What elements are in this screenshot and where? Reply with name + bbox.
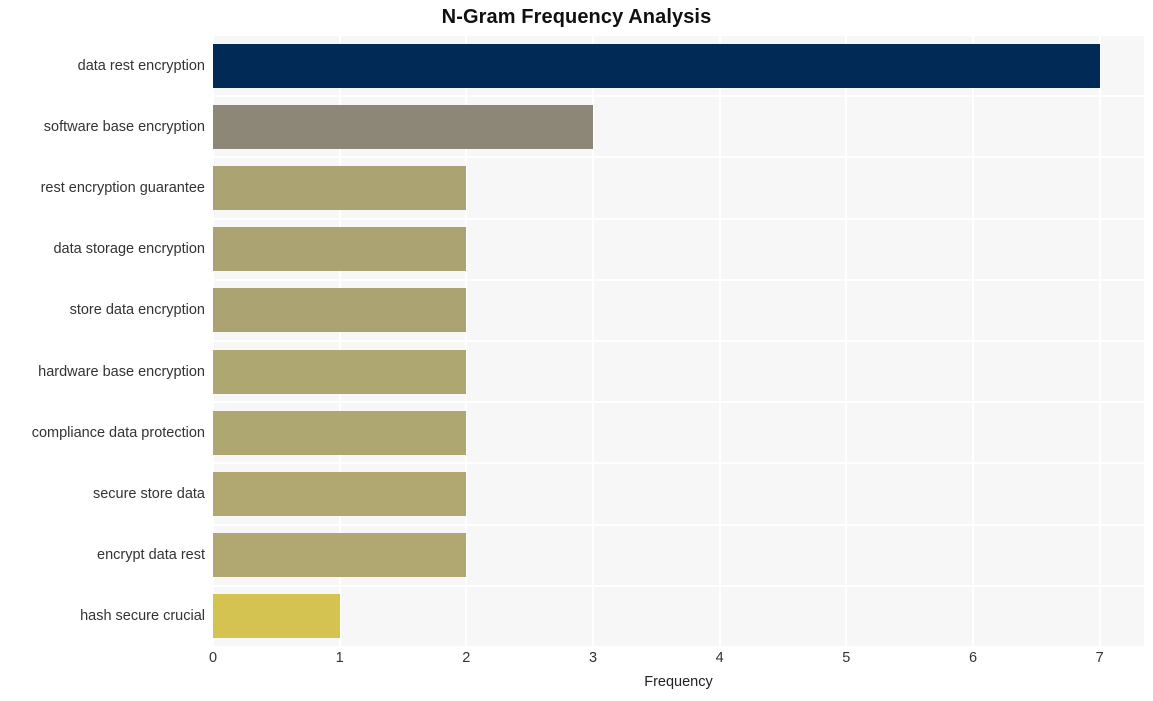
- y-tick-label: software base encryption: [0, 119, 205, 135]
- x-tick-label: 0: [209, 650, 217, 666]
- gridline-y-10: [213, 646, 1144, 647]
- gridline-y-0: [213, 35, 1144, 36]
- gridline-y-4: [213, 279, 1144, 281]
- gridline-y-9: [213, 585, 1144, 587]
- gridline-y-8: [213, 524, 1144, 526]
- bar: [213, 227, 466, 271]
- gridline-y-7: [213, 462, 1144, 464]
- gridline-y-2: [213, 156, 1144, 158]
- bar: [213, 44, 1100, 88]
- x-tick-label: 6: [969, 650, 977, 666]
- bar: [213, 533, 466, 577]
- chart-title: N-Gram Frequency Analysis: [0, 6, 1153, 29]
- bar: [213, 350, 466, 394]
- chart-figure: N-Gram Frequency Analysis data rest encr…: [0, 0, 1153, 701]
- x-tick-label: 7: [1096, 650, 1104, 666]
- gridline-y-3: [213, 218, 1144, 220]
- bar: [213, 288, 466, 332]
- bar: [213, 105, 593, 149]
- gridline-y-5: [213, 340, 1144, 342]
- bar: [213, 411, 466, 455]
- x-tick-label: 2: [462, 650, 470, 666]
- x-tick-label: 5: [842, 650, 850, 666]
- gridline-y-6: [213, 401, 1144, 403]
- x-tick-label: 4: [716, 650, 724, 666]
- y-tick-label: data rest encryption: [0, 58, 205, 74]
- plot-area: [213, 35, 1144, 647]
- x-tick-label: 3: [589, 650, 597, 666]
- y-axis-tick-labels: data rest encryption software base encryp…: [0, 35, 205, 647]
- bar: [213, 166, 466, 210]
- y-tick-label: data storage encryption: [0, 241, 205, 257]
- x-tick-label: 1: [336, 650, 344, 666]
- y-tick-label: store data encryption: [0, 302, 205, 318]
- y-tick-label: rest encryption guarantee: [0, 180, 205, 196]
- gridline-y-1: [213, 95, 1144, 97]
- x-axis-tick-labels: 01234567: [213, 650, 1144, 674]
- y-tick-label: hash secure crucial: [0, 608, 205, 624]
- x-axis-title: Frequency: [213, 674, 1144, 690]
- y-tick-label: compliance data protection: [0, 425, 205, 441]
- bar: [213, 472, 466, 516]
- y-tick-label: hardware base encryption: [0, 364, 205, 380]
- y-tick-label: encrypt data rest: [0, 547, 205, 563]
- bar: [213, 594, 340, 638]
- y-tick-label: secure store data: [0, 486, 205, 502]
